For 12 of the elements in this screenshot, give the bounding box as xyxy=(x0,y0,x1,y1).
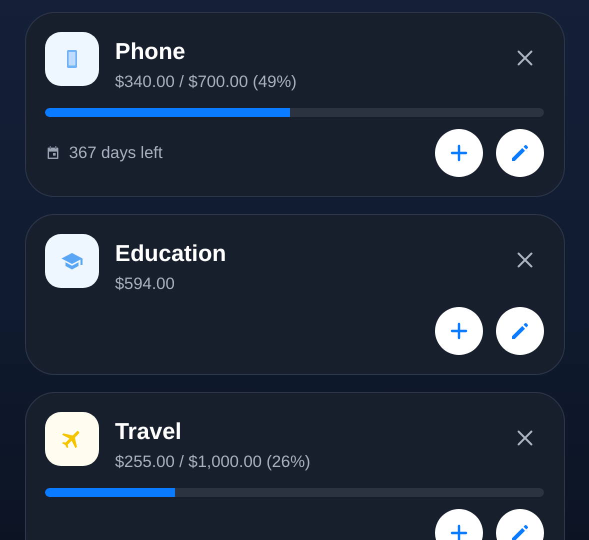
add-button[interactable] xyxy=(435,129,483,177)
edit-button[interactable] xyxy=(496,129,544,177)
add-button[interactable] xyxy=(435,307,483,355)
goal-title: Travel xyxy=(115,417,182,445)
goal-amount: $340.00 / $700.00 (49%) xyxy=(115,72,298,93)
goal-title: Education xyxy=(115,239,228,267)
days-left: 367 days left xyxy=(69,144,163,162)
goal-title: Phone xyxy=(115,37,186,65)
edit-button[interactable] xyxy=(496,307,544,355)
goal-amount: $594.00 xyxy=(115,274,176,295)
goal-amount: $255.00 / $1,000.00 (26%) xyxy=(115,452,312,473)
calendar-icon xyxy=(45,145,61,161)
